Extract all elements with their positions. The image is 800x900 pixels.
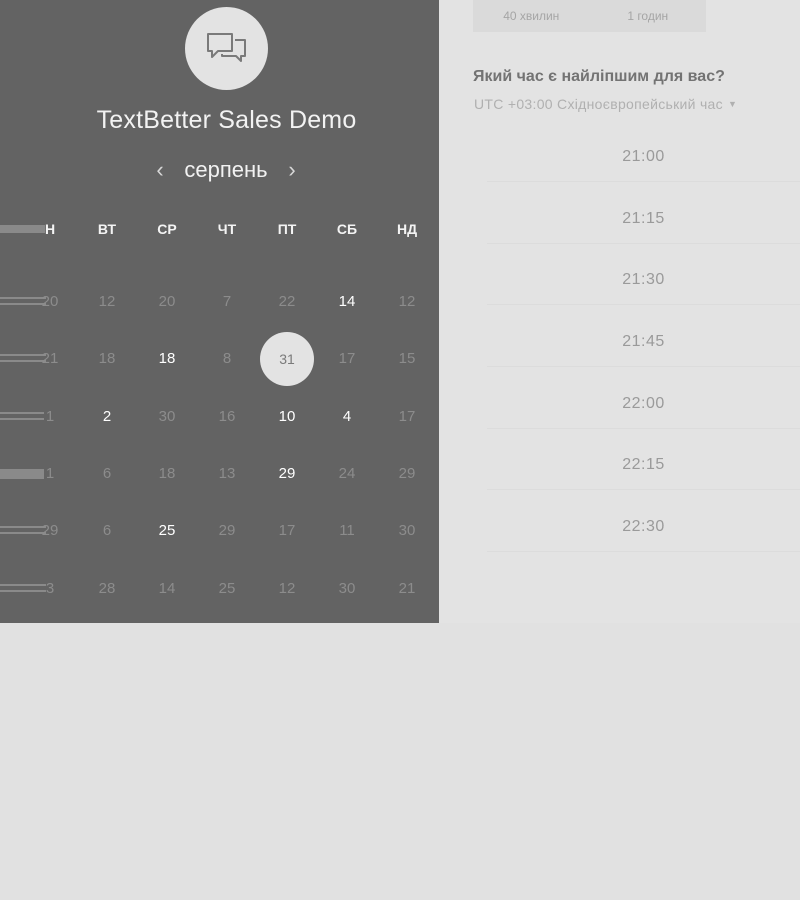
calendar-day: 25 — [218, 580, 236, 597]
weekday-label: СБ — [336, 221, 358, 237]
calendar-day-available[interactable]: 14 — [327, 292, 367, 312]
calendar-day: 7 — [222, 293, 232, 310]
calendar-day: 12 — [398, 293, 416, 310]
chevron-right-icon[interactable]: › — [282, 157, 302, 183]
calendar-day: 30 — [158, 408, 176, 425]
timezone-label: UTC +03:00 Східноєвропейський час — [474, 96, 723, 112]
weekday-label: НД — [396, 221, 418, 237]
calendar-day: 16 — [218, 408, 236, 425]
time-slot[interactable]: 21:45 — [487, 317, 800, 367]
calendar-day-available[interactable]: 4 — [327, 407, 367, 427]
calendar-day: 18 — [158, 465, 176, 482]
weekday-label: ЧТ — [217, 221, 237, 237]
time-slot[interactable]: 22:30 — [487, 502, 800, 552]
calendar-day: 12 — [98, 293, 116, 310]
calendar-day-available[interactable]: 2 — [87, 407, 127, 427]
calendar-day: 8 — [222, 350, 232, 367]
calendar-day: 21 — [41, 350, 59, 367]
calendar-day: 30 — [398, 522, 416, 539]
calendar-day: 29 — [41, 522, 59, 539]
calendar-day: 3 — [45, 580, 55, 597]
time-slot[interactable]: 22:00 — [487, 379, 800, 429]
calendar-day: 15 — [398, 350, 416, 367]
duration-selector: 40 хвилин 1 годин — [473, 0, 706, 32]
weekday-label: СР — [157, 221, 177, 237]
calendar-day-available[interactable]: 18 — [147, 349, 187, 369]
time-slot[interactable]: 21:30 — [487, 255, 800, 305]
calendar-day: 11 — [339, 522, 355, 539]
calendar-day: 29 — [398, 465, 416, 482]
weekday-label: ПТ — [277, 221, 297, 237]
calendar-day-available[interactable]: 29 — [267, 464, 307, 484]
calendar-day: 13 — [218, 465, 236, 482]
calendar-day: 17 — [398, 408, 416, 425]
weekday-label: ВТ — [97, 221, 117, 237]
calendar-day: 30 — [338, 580, 356, 597]
caret-down-icon: ▼ — [727, 99, 738, 109]
chat-bubbles-icon — [206, 32, 246, 62]
month-label: серпень — [184, 157, 268, 182]
calendar-day: 1 — [45, 465, 55, 482]
chevron-left-icon[interactable]: ‹ — [150, 157, 170, 183]
calendar-day: 29 — [218, 522, 236, 539]
duration-option-1h[interactable]: 1 годин — [590, 0, 707, 32]
calendar-day: 6 — [102, 522, 112, 539]
calendar-day: 1 — [45, 408, 55, 425]
calendar-panel: TextBetter Sales Demo ‹ серпень › Н ВТ СР Ч… — [0, 0, 439, 623]
calendar-day: 17 — [338, 350, 356, 367]
week-row-bar — [0, 225, 45, 233]
calendar-day: 22 — [278, 293, 296, 310]
calendar-day-available[interactable]: 25 — [147, 521, 187, 541]
calendar-day-available[interactable]: 10 — [267, 407, 307, 427]
time-slot[interactable]: 21:00 — [487, 132, 800, 182]
calendar-day: 28 — [98, 580, 116, 597]
time-question: Який час є найліпшим для вас? — [473, 68, 725, 85]
logo-badge — [185, 7, 268, 90]
calendar-day: 18 — [98, 350, 116, 367]
month-navigation: ‹ серпень › — [150, 155, 302, 185]
calendar-day: 14 — [158, 580, 176, 597]
time-slot[interactable]: 22:15 — [487, 440, 800, 490]
timezone-select[interactable]: UTC +03:00 Східноєвропейський час ▼ — [474, 96, 737, 112]
duration-option-40min[interactable]: 40 хвилин — [473, 0, 590, 32]
calendar-day: 6 — [102, 465, 112, 482]
page-title: TextBetter Sales Demo — [96, 106, 357, 134]
calendar-day: 21 — [398, 580, 416, 597]
calendar-day: 12 — [278, 580, 296, 597]
calendar-day: 24 — [338, 465, 356, 482]
calendar-day: 17 — [278, 522, 296, 539]
calendar-day-selected[interactable]: 31 — [260, 332, 314, 386]
time-slot[interactable]: 21:15 — [487, 194, 800, 244]
calendar-day: 20 — [41, 293, 59, 310]
calendar-day: 20 — [158, 293, 176, 310]
